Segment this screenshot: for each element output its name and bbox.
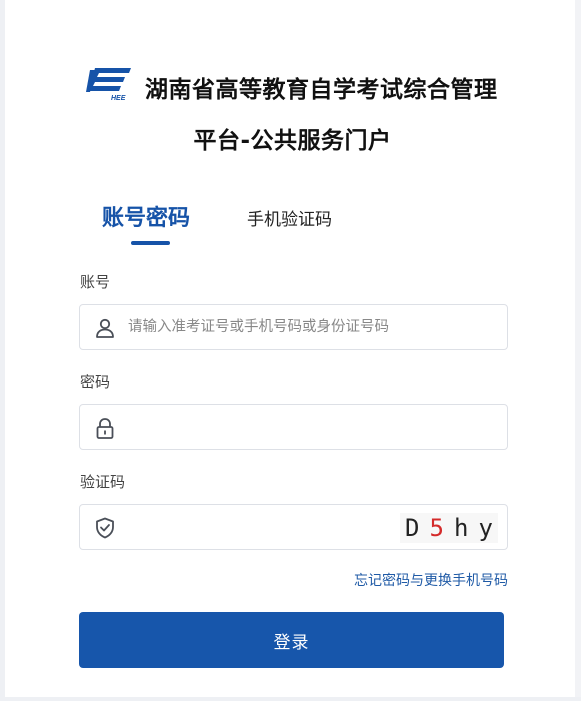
page-title-line2: 平台-公共服务门户	[193, 128, 392, 154]
account-label: 账号	[80, 273, 111, 291]
captcha-input[interactable]	[128, 505, 378, 549]
bottom-edge	[0, 697, 581, 701]
password-input[interactable]	[128, 405, 428, 449]
account-input[interactable]	[128, 305, 428, 349]
tab-phone-code[interactable]: 手机验证码	[247, 205, 332, 230]
password-label: 密码	[80, 373, 111, 391]
account-input-box	[79, 304, 508, 350]
captcha-label: 验证码	[80, 473, 126, 491]
password-input-box	[79, 404, 508, 450]
forgot-password-link[interactable]: 忘记密码与更换手机号码	[354, 570, 508, 590]
page-title-line1: 湖南省高等教育自学考试综合管理	[145, 77, 498, 103]
captcha-image[interactable]: D 5 h y	[400, 513, 498, 543]
login-button[interactable]: 登录	[79, 612, 504, 668]
captcha-char: 5	[429, 514, 444, 542]
right-edge	[575, 0, 581, 701]
captcha-char: D	[405, 514, 420, 542]
lock-icon	[96, 418, 114, 439]
tab-account-password[interactable]: 账号密码	[102, 200, 190, 232]
left-edge	[0, 0, 5, 701]
svg-text:HEE: HEE	[111, 95, 126, 102]
shield-check-icon	[96, 517, 114, 539]
captcha-char: h	[454, 514, 469, 542]
captcha-char: y	[478, 514, 493, 542]
user-icon	[96, 318, 114, 338]
captcha-input-box: D 5 h y	[79, 504, 508, 550]
active-tab-indicator	[131, 241, 170, 245]
hnee-logo-icon: HEE	[86, 68, 131, 102]
